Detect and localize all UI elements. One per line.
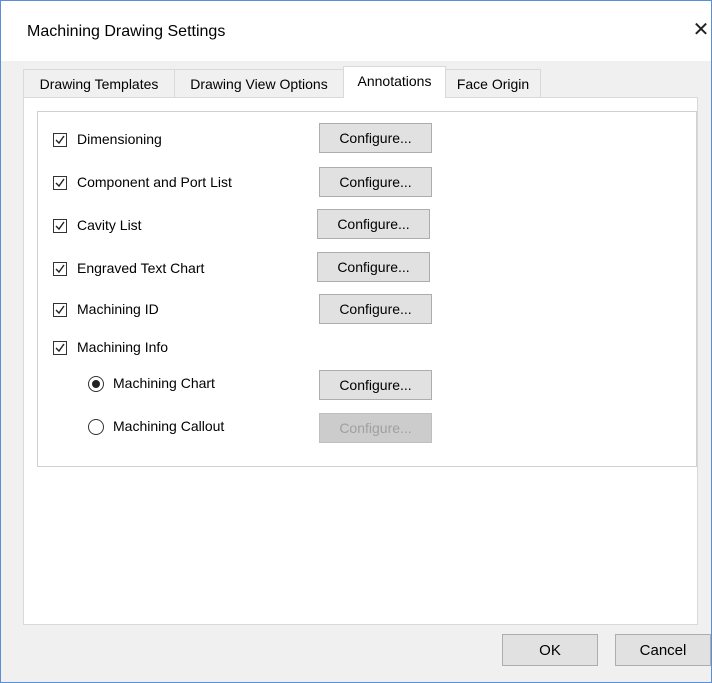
ok-button[interactable]: OK bbox=[502, 634, 598, 666]
cavity-list-checkbox[interactable] bbox=[53, 219, 67, 233]
machining-info-checkbox[interactable] bbox=[53, 341, 67, 355]
dimensioning-configure-button[interactable]: Configure... bbox=[319, 123, 432, 153]
component-port-list-configure-button[interactable]: Configure... bbox=[319, 167, 432, 197]
machining-chart-configure-button[interactable]: Configure... bbox=[319, 370, 432, 400]
machining-info-label: Machining Info bbox=[77, 339, 169, 355]
tab-drawing-templates[interactable]: Drawing Templates bbox=[23, 69, 175, 97]
cavity-list-label: Cavity List bbox=[77, 217, 142, 233]
tab-face-origin[interactable]: Face Origin bbox=[445, 69, 541, 97]
machining-callout-radio[interactable] bbox=[88, 419, 104, 435]
cavity-list-configure-button[interactable]: Configure... bbox=[317, 209, 430, 239]
machining-id-checkbox[interactable] bbox=[53, 303, 67, 317]
radio-selected-dot bbox=[92, 380, 100, 388]
tab-drawing-view-options[interactable]: Drawing View Options bbox=[174, 69, 344, 97]
checkmark-icon bbox=[55, 264, 65, 274]
checkmark-icon bbox=[55, 343, 65, 353]
dimensioning-checkbox[interactable] bbox=[53, 133, 67, 147]
checkmark-icon bbox=[55, 221, 65, 231]
component-port-list-checkbox[interactable] bbox=[53, 176, 67, 190]
engraved-text-chart-label: Engraved Text Chart bbox=[77, 260, 205, 276]
machining-id-configure-button[interactable]: Configure... bbox=[319, 294, 432, 324]
window-title: Machining Drawing Settings bbox=[27, 23, 226, 40]
tab-annotations[interactable]: Annotations bbox=[343, 66, 446, 98]
checkmark-icon bbox=[55, 135, 65, 145]
engraved-text-chart-checkbox[interactable] bbox=[53, 262, 67, 276]
title-bar: Machining Drawing Settings ✕ bbox=[1, 1, 711, 61]
component-port-list-label: Component and Port List bbox=[77, 174, 232, 190]
machining-callout-label: Machining Callout bbox=[113, 418, 225, 434]
machining-callout-configure-button: Configure... bbox=[319, 413, 432, 443]
close-icon[interactable]: ✕ bbox=[689, 17, 712, 43]
checkmark-icon bbox=[55, 305, 65, 315]
engraved-text-chart-configure-button[interactable]: Configure... bbox=[317, 252, 430, 282]
checkmark-icon bbox=[55, 178, 65, 188]
dialog-window: Machining Drawing Settings ✕ Drawing Tem… bbox=[0, 0, 712, 683]
cancel-button[interactable]: Cancel bbox=[615, 634, 711, 666]
machining-chart-label: Machining Chart bbox=[113, 375, 215, 391]
machining-id-label: Machining ID bbox=[77, 301, 159, 317]
machining-chart-radio[interactable] bbox=[88, 376, 104, 392]
dimensioning-label: Dimensioning bbox=[77, 131, 162, 147]
